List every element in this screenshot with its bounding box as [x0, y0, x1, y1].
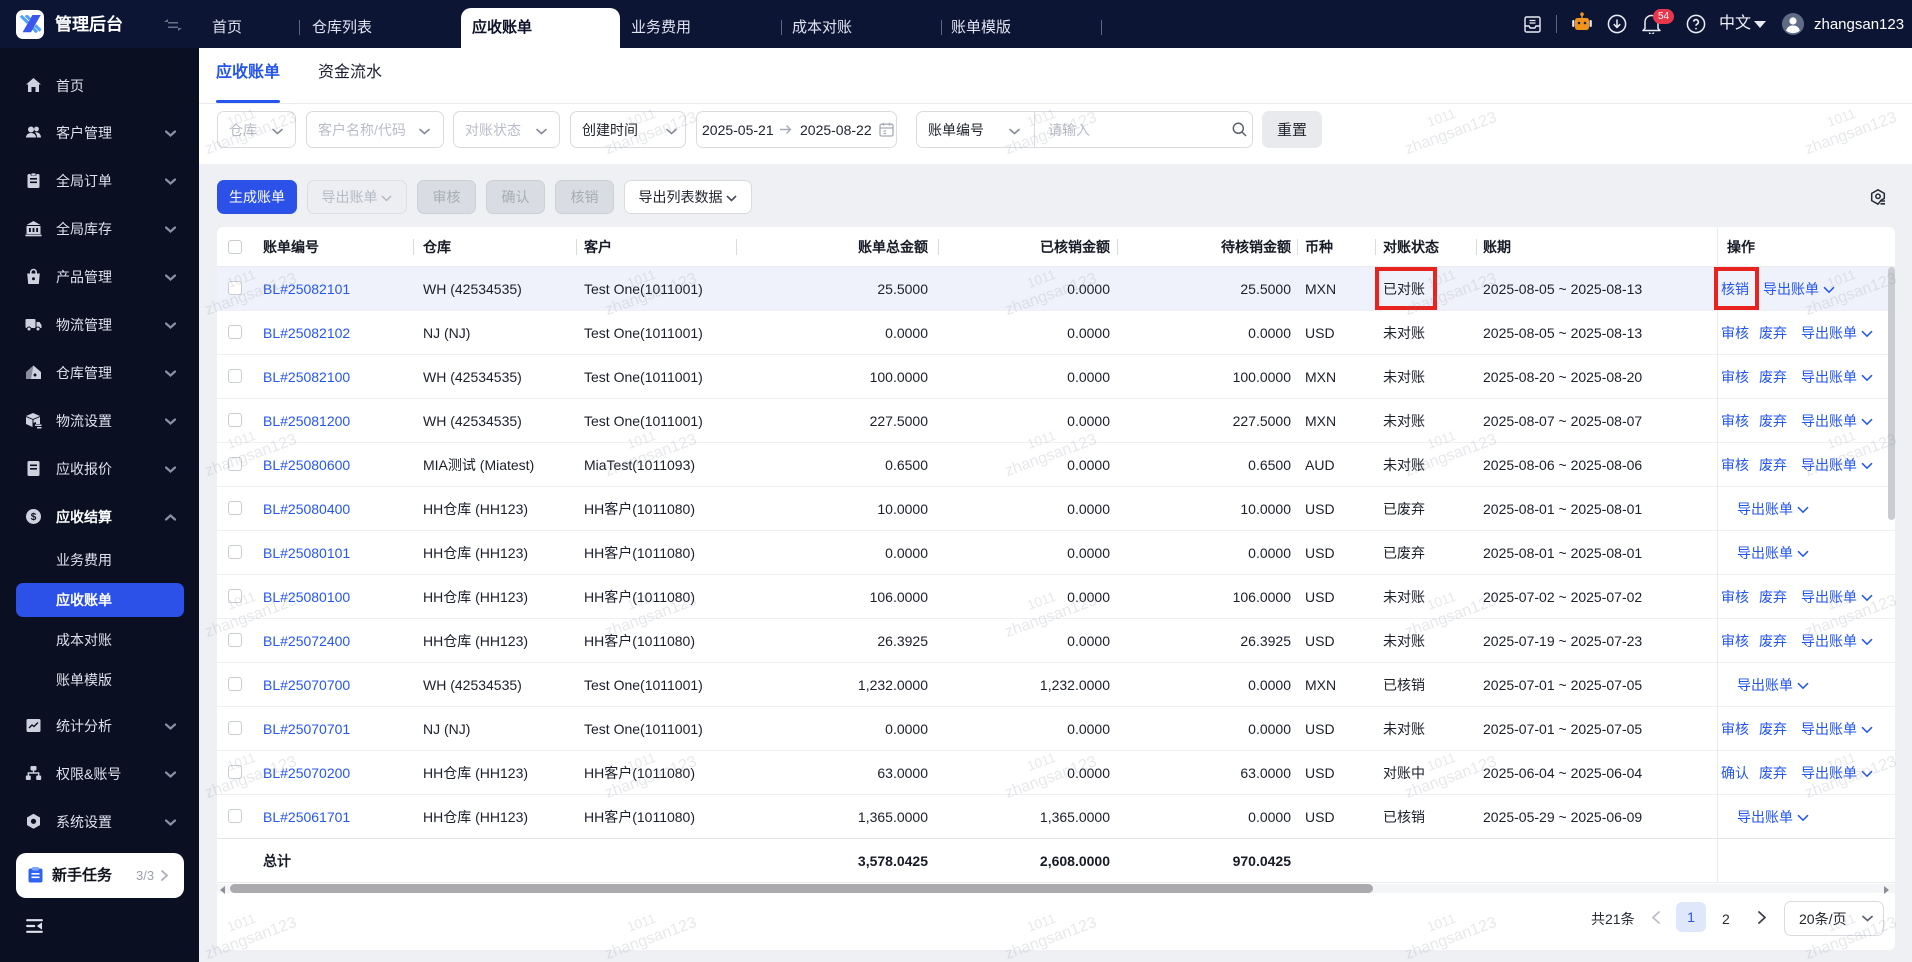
svg-text:$: $ — [31, 512, 37, 523]
